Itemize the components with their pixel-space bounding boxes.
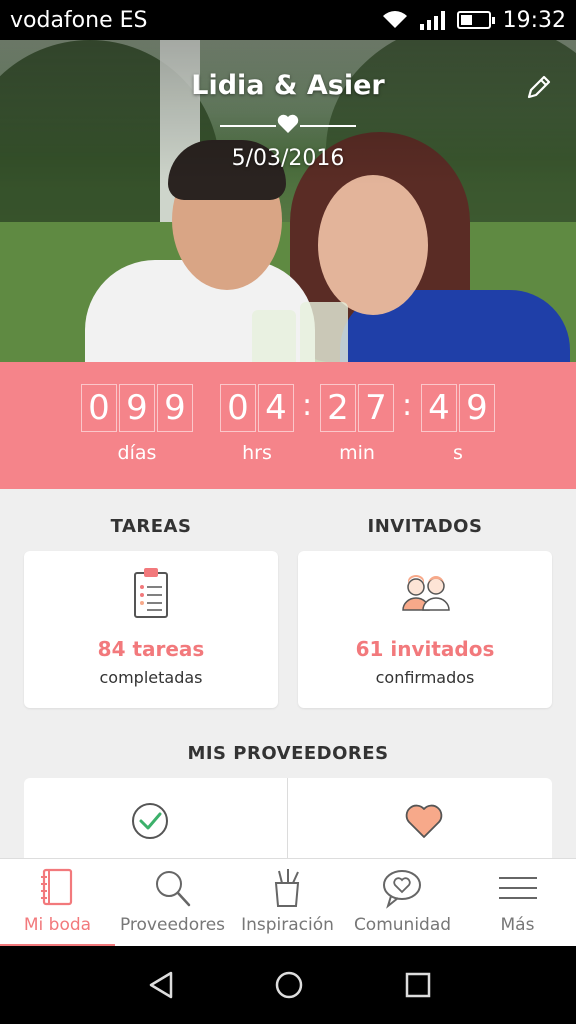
heart-icon xyxy=(277,114,299,133)
hours-label: hrs xyxy=(242,442,272,464)
countdown-digit: 7 xyxy=(358,384,394,432)
countdown-separator: : xyxy=(302,388,313,423)
recents-icon[interactable] xyxy=(403,970,433,1000)
countdown-panel: 0 9 9 0 4 : 2 7 : 4 9 días hrs min s xyxy=(0,362,576,489)
proveedores-card[interactable] xyxy=(24,778,552,868)
invitados-section-title: INVITADOS xyxy=(367,516,483,537)
nav-label: Proveedores xyxy=(119,915,226,935)
card-divider xyxy=(287,778,288,868)
battery-icon xyxy=(456,11,495,29)
heart-icon xyxy=(405,804,443,838)
countdown-digit: 4 xyxy=(258,384,294,432)
guests-icon xyxy=(402,575,450,611)
menu-icon xyxy=(499,877,537,899)
nav-item-comunidad[interactable]: Comunidad xyxy=(345,859,460,947)
bottom-navigation: Mi boda Proveedores Inspiración Comunida… xyxy=(0,858,576,947)
couple-photo-header: Lidia & Asier 5/03/2016 xyxy=(0,40,576,362)
check-circle-icon xyxy=(132,803,168,839)
countdown-digit: 2 xyxy=(320,384,356,432)
tareas-card[interactable]: 84 tareas completadas xyxy=(24,551,278,708)
invitados-subtitle: confirmados xyxy=(375,668,475,687)
countdown-digits: 0 9 9 0 4 : 2 7 : 4 9 xyxy=(0,384,576,434)
nav-label: Más xyxy=(500,915,535,935)
tareas-section-title: TAREAS xyxy=(110,516,192,537)
couple-names: Lidia & Asier xyxy=(191,70,385,101)
nav-label: Comunidad xyxy=(353,915,452,935)
title-divider xyxy=(220,112,356,140)
chat-heart-icon xyxy=(383,870,421,909)
invitados-card[interactable]: 61 invitados confirmados xyxy=(298,551,552,708)
status-bar: vodafone ES 19:32 xyxy=(0,0,576,40)
proveedores-section-title: MIS PROVEEDORES xyxy=(187,743,389,764)
edit-pencil-icon[interactable] xyxy=(524,72,554,102)
carrier-name: vodafone ES xyxy=(10,7,148,33)
back-icon[interactable] xyxy=(146,970,176,1000)
clipboard-icon xyxy=(134,568,168,618)
countdown-digit: 9 xyxy=(459,384,495,432)
signal-icon xyxy=(419,10,445,30)
seconds-label: s xyxy=(453,442,463,464)
notebook-icon xyxy=(41,868,73,906)
countdown-digit: 0 xyxy=(81,384,117,432)
clock: 19:32 xyxy=(502,7,566,33)
nav-item-proveedores[interactable]: Proveedores xyxy=(115,859,230,947)
search-icon xyxy=(156,871,191,907)
wedding-date: 5/03/2016 xyxy=(231,146,345,171)
nav-item-mas[interactable]: Más xyxy=(460,859,575,947)
countdown-digit: 9 xyxy=(119,384,155,432)
invitados-count: 61 invitados xyxy=(355,637,495,661)
tareas-subtitle: completadas xyxy=(99,668,203,687)
nav-label: Inspiración xyxy=(241,915,334,935)
countdown-separator: : xyxy=(402,388,413,423)
countdown-digit: 0 xyxy=(220,384,256,432)
days-label: días xyxy=(117,442,157,464)
countdown-digit: 4 xyxy=(421,384,457,432)
tareas-count: 84 tareas xyxy=(97,637,205,661)
nav-item-mi-boda[interactable]: Mi boda xyxy=(0,859,115,947)
inspiration-cup-icon xyxy=(274,869,300,907)
nav-item-inspiracion[interactable]: Inspiración xyxy=(230,859,345,947)
system-navigation-bar xyxy=(0,946,576,1024)
minutes-label: min xyxy=(339,442,375,464)
wifi-icon xyxy=(382,11,407,28)
home-icon[interactable] xyxy=(274,970,304,1000)
countdown-digit: 9 xyxy=(157,384,193,432)
nav-label: Mi boda xyxy=(23,915,92,935)
